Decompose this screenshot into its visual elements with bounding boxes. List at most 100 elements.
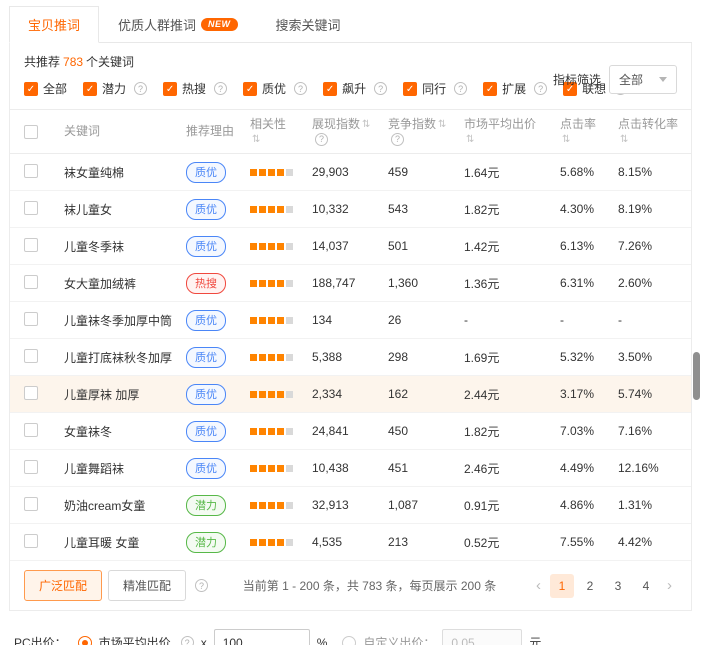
tab-label: 搜索关键词 [276,15,341,34]
scrollbar-thumb[interactable] [693,352,700,400]
table-row[interactable]: 儿童舞蹈袜 质优 10,438 451 2.46元 4.49% 12.16% [10,450,691,487]
cvr-cell: 2.60% [618,276,691,290]
custom-bid-input[interactable] [442,629,522,645]
row-checkbox[interactable] [24,497,38,511]
table-row[interactable]: 儿童袜冬季加厚中筒 质优 134 26 - - - [10,302,691,339]
checkbox-checked-icon[interactable]: ✓ [83,82,97,96]
checkbox-checked-icon[interactable]: ✓ [403,82,417,96]
next-page-icon[interactable]: › [662,577,677,594]
radio-selected-icon[interactable] [78,636,92,645]
info-icon[interactable]: ? [534,82,547,95]
relevance-bar [286,465,293,472]
pc-bid-row: PC出价： 市场平均出价 ? x % 自定义出价： 元 [9,627,692,645]
sort-icon[interactable]: ⇅ [362,118,370,131]
row-checkbox[interactable] [24,164,38,178]
impressions-cell: 24,841 [312,424,388,438]
impressions-cell: 5,388 [312,350,388,364]
filter-checkbox-item[interactable]: ✓ 潜力 ? [83,80,147,97]
competition-cell: 543 [388,202,464,216]
competition-cell: 450 [388,424,464,438]
row-checkbox[interactable] [24,386,38,400]
relevance-bar [277,391,284,398]
col-price: 市场平均出价 [464,118,536,131]
table-row[interactable]: 儿童厚袜 加厚 质优 2,334 162 2.44元 3.17% 5.74% [10,376,691,413]
sort-icon[interactable]: ⇅ [562,133,570,146]
page-number-button[interactable]: 1 [550,574,574,598]
table-row[interactable]: 女童袜冬 质优 24,841 450 1.82元 7.03% 7.16% [10,413,691,450]
info-icon[interactable]: ? [294,82,307,95]
sort-icon[interactable]: ⇅ [438,118,446,131]
relevance-bar [286,206,293,213]
pagination: ‹ 1234 › [531,574,677,598]
keyword-cell: 女大童加绒裤 [64,275,186,292]
filter-checkbox-item[interactable]: ✓ 飙升 ? [323,80,387,97]
info-icon[interactable]: ? [315,133,328,146]
exact-match-button[interactable]: 精准匹配 [108,570,186,601]
cvr-cell: 7.16% [618,424,691,438]
checkbox-checked-icon[interactable]: ✓ [243,82,257,96]
info-icon[interactable]: ? [181,636,194,645]
page-number-button[interactable]: 2 [578,574,602,598]
keyword-cell: 儿童舞蹈袜 [64,460,186,477]
price-cell: 2.46元 [464,460,560,477]
row-checkbox[interactable] [24,423,38,437]
info-icon[interactable]: ? [134,82,147,95]
info-icon[interactable]: ? [374,82,387,95]
ctr-cell: 4.49% [560,461,618,475]
filter-checkbox-item[interactable]: ✓ 扩展 ? [483,80,547,97]
table-row[interactable]: 奶油cream女童 潜力 32,913 1,087 0.91元 4.86% 1.… [10,487,691,524]
info-icon[interactable]: ? [195,579,208,592]
checkbox-checked-icon[interactable]: ✓ [24,82,38,96]
sort-icon[interactable]: ⇅ [466,133,474,146]
info-icon[interactable]: ? [391,133,404,146]
info-icon[interactable]: ? [454,82,467,95]
table-row[interactable]: 儿童耳暖 女童 潜力 4,535 213 0.52元 7.55% 4.42% [10,524,691,561]
cvr-cell: 8.19% [618,202,691,216]
table-row[interactable]: 儿童打底袜秋冬加厚 质优 5,388 298 1.69元 5.32% 3.50% [10,339,691,376]
filter-checkbox-item[interactable]: ✓ 同行 ? [403,80,467,97]
filter-checkbox-item[interactable]: ✓ 全部 [24,80,67,97]
keyword-cell: 袜儿童女 [64,201,186,218]
multiplier-input[interactable] [214,629,310,645]
page-number-button[interactable]: 4 [634,574,658,598]
col-ctr: 点击率 [560,118,596,131]
table-row[interactable]: 袜儿童女 质优 10,332 543 1.82元 4.30% 8.19% [10,191,691,228]
pagination-info: 当前第 1 - 200 条，共 783 条，每页展示 200 条 [218,577,521,594]
checkbox-checked-icon[interactable]: ✓ [163,82,177,96]
tab-audience-recommend[interactable]: 优质人群推词 NEW [99,6,257,42]
select-all-checkbox[interactable] [24,125,38,139]
prev-page-icon[interactable]: ‹ [531,577,546,594]
filter-checkbox-item[interactable]: ✓ 质优 ? [243,80,307,97]
filter-checkbox-item[interactable]: ✓ 热搜 ? [163,80,227,97]
broad-match-button[interactable]: 广泛匹配 [24,570,102,601]
row-checkbox[interactable] [24,534,38,548]
metric-filter-select[interactable]: 全部 [609,65,677,94]
relevance-bar [268,169,275,176]
checkbox-checked-icon[interactable]: ✓ [323,82,337,96]
price-cell: 0.91元 [464,497,560,514]
row-checkbox[interactable] [24,238,38,252]
reason-badge: 质优 [186,199,226,220]
checkbox-checked-icon[interactable]: ✓ [483,82,497,96]
ctr-cell: 3.17% [560,387,618,401]
table-row[interactable]: 女大童加绒裤 热搜 188,747 1,360 1.36元 6.31% 2.60… [10,265,691,302]
keyword-cell: 儿童打底袜秋冬加厚 [64,349,186,366]
info-icon[interactable]: ? [214,82,227,95]
row-checkbox[interactable] [24,201,38,215]
table-row[interactable]: 袜女童纯棉 质优 29,903 459 1.64元 5.68% 8.15% [10,154,691,191]
sort-icon[interactable]: ⇅ [252,133,260,146]
row-checkbox[interactable] [24,275,38,289]
relevance-bar [277,428,284,435]
row-checkbox[interactable] [24,312,38,326]
tab-search-keywords[interactable]: 搜索关键词 [257,6,360,42]
impressions-cell: 29,903 [312,165,388,179]
tab-item-recommend[interactable]: 宝贝推词 [9,6,99,43]
price-cell: 1.42元 [464,238,560,255]
relevance-bars [250,243,293,250]
row-checkbox[interactable] [24,460,38,474]
sort-icon[interactable]: ⇅ [620,133,628,146]
row-checkbox[interactable] [24,349,38,363]
radio-unselected-icon[interactable] [342,636,356,645]
table-row[interactable]: 儿童冬季袜 质优 14,037 501 1.42元 6.13% 7.26% [10,228,691,265]
page-number-button[interactable]: 3 [606,574,630,598]
